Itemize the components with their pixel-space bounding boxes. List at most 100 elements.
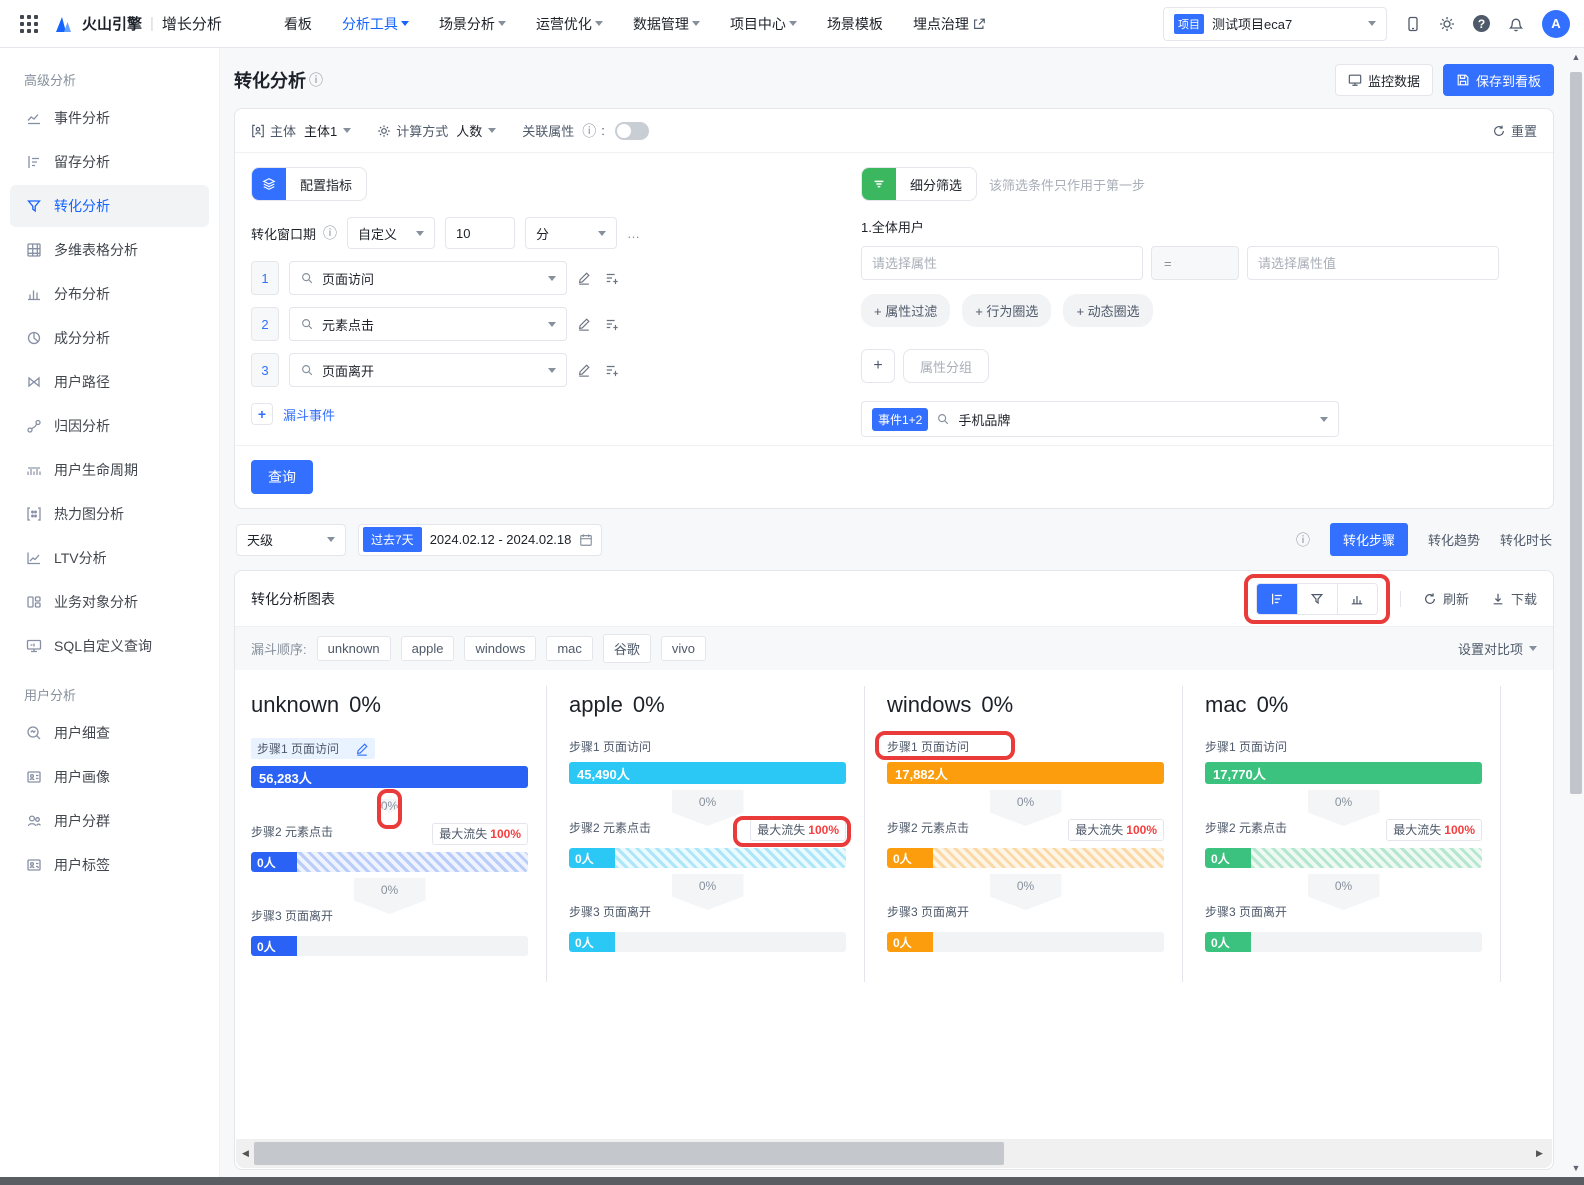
sidebar-item-retention-analysis[interactable]: 留存分析: [10, 141, 209, 183]
step1-event-select[interactable]: 页面访问: [289, 261, 567, 295]
order-pill-apple[interactable]: apple: [401, 636, 455, 661]
menu-analysis-tools[interactable]: 分析工具: [342, 14, 409, 34]
user-avatar[interactable]: A: [1542, 10, 1570, 38]
tab-conversion-steps[interactable]: 转化步骤: [1330, 523, 1408, 556]
bar-horizontal-view-button[interactable]: [1257, 584, 1297, 614]
segment-filter-tab[interactable]: 细分筛选: [861, 167, 977, 201]
brand-logo[interactable]: 火山引擎 | 增长分析: [52, 13, 222, 35]
order-pill-mac[interactable]: mac: [546, 636, 593, 661]
edit-step-icon[interactable]: [577, 271, 591, 285]
save-to-dashboard-button[interactable]: 保存到看板: [1443, 64, 1554, 96]
calc-mode-select[interactable]: 人数: [456, 121, 496, 140]
info-icon[interactable]: ⓘ: [582, 121, 596, 141]
menu-data-management[interactable]: 数据管理: [633, 14, 700, 34]
group-by-select[interactable]: 事件1+2 手机品牌: [861, 401, 1339, 437]
info-icon[interactable]: ⓘ: [323, 223, 337, 243]
tab-conversion-trend[interactable]: 转化趋势: [1428, 530, 1480, 549]
sidebar-item-user-lifecycle[interactable]: 用户生命周期: [10, 449, 209, 491]
window-mode-select[interactable]: 自定义: [347, 217, 435, 249]
sidebar-item-sql-query[interactable]: SQL自定义查询: [10, 625, 209, 667]
menu-tracking-governance[interactable]: 埋点治理: [913, 14, 986, 34]
sidebar-item-multidim-table[interactable]: 多维表格分析: [10, 229, 209, 271]
date-range-picker[interactable]: 过去7天 2024.02.12 - 2024.02.18: [358, 524, 602, 556]
monitor-data-button[interactable]: 监控数据: [1335, 64, 1433, 96]
info-icon[interactable]: ⓘ: [309, 70, 323, 90]
menu-project-center[interactable]: 项目中心: [730, 14, 797, 34]
scroll-up-arrow[interactable]: ▲: [1572, 48, 1581, 66]
order-pill-windows[interactable]: windows: [464, 636, 536, 661]
order-pill-google[interactable]: 谷歌: [603, 634, 651, 663]
metric-config-tab[interactable]: 配置指标: [251, 167, 367, 201]
project-selector[interactable]: 项目 测试项目eca7: [1163, 7, 1387, 41]
funnel-bar-step2: 0人: [1205, 848, 1482, 868]
download-button[interactable]: 下载: [1491, 589, 1537, 608]
relation-attr-toggle[interactable]: [615, 122, 649, 140]
sidebar-item-business-object[interactable]: 业务对象分析: [10, 581, 209, 623]
add-step-filter-icon[interactable]: [605, 363, 619, 377]
notification-bell-icon[interactable]: [1508, 16, 1524, 32]
horizontal-scrollbar[interactable]: ◀ ▶: [236, 1139, 1552, 1168]
vertical-scroll-thumb[interactable]: [1570, 72, 1582, 794]
add-step-filter-icon[interactable]: [605, 317, 619, 331]
sidebar-item-ltv-analysis[interactable]: LTV分析: [10, 537, 209, 579]
operator-select[interactable]: =: [1151, 246, 1239, 280]
settings-gear-icon[interactable]: [1439, 16, 1455, 32]
sidebar-item-user-segment[interactable]: 用户分群: [10, 800, 209, 842]
sidebar-item-user-path[interactable]: 用户路径: [10, 361, 209, 403]
sidebar-item-user-profile[interactable]: 用户画像: [10, 756, 209, 798]
funnel-view-button[interactable]: [1297, 584, 1337, 614]
more-options[interactable]: …: [627, 226, 642, 241]
sidebar-item-event-analysis[interactable]: 事件分析: [10, 97, 209, 139]
sidebar-item-conversion-analysis[interactable]: 转化分析: [10, 185, 209, 227]
sidebar-item-distribution-analysis[interactable]: 分布分析: [10, 273, 209, 315]
add-step-filter-icon[interactable]: [605, 271, 619, 285]
apps-grid-icon[interactable]: [20, 15, 38, 33]
subject-select[interactable]: 主体1: [304, 121, 351, 140]
edit-step-icon[interactable]: [577, 317, 591, 331]
menu-dashboard[interactable]: 看板: [284, 14, 312, 34]
step2-event-select[interactable]: 元素点击: [289, 307, 567, 341]
window-unit-select[interactable]: 分: [525, 217, 617, 249]
query-button[interactable]: 查询: [251, 460, 313, 494]
mobile-app-icon[interactable]: [1405, 16, 1421, 32]
vertical-scrollbar[interactable]: ▲ ▼: [1568, 48, 1584, 1177]
tab-conversion-duration[interactable]: 转化时长: [1500, 530, 1552, 549]
order-pill-unknown[interactable]: unknown: [317, 636, 391, 661]
conversion-funnel-icon: [26, 198, 42, 214]
chevron-down-icon: [401, 21, 409, 30]
order-pill-vivo[interactable]: vivo: [661, 636, 706, 661]
attribute-value-input[interactable]: [1247, 246, 1499, 280]
menu-operation[interactable]: 运营优化: [536, 14, 603, 34]
step3-event-select[interactable]: 页面离开: [289, 353, 567, 387]
help-icon[interactable]: ?: [1473, 15, 1490, 32]
sidebar-item-composition-analysis[interactable]: 成分分析: [10, 317, 209, 359]
column-view-button[interactable]: [1337, 584, 1377, 614]
add-funnel-event-button[interactable]: + 漏斗事件: [251, 403, 835, 425]
sidebar-item-user-inspect[interactable]: 用户细查: [10, 712, 209, 754]
scroll-right-arrow[interactable]: ▶: [1536, 1148, 1546, 1159]
quick-range-badge: 过去7天: [363, 527, 422, 552]
set-comparison-button[interactable]: 设置对比项: [1458, 639, 1537, 658]
attribute-input[interactable]: [861, 246, 1143, 280]
horizontal-scroll-thumb[interactable]: [254, 1142, 1004, 1165]
menu-scene-analysis[interactable]: 场景分析: [439, 14, 506, 34]
scroll-left-arrow[interactable]: ◀: [242, 1148, 252, 1159]
add-group-plus-button[interactable]: +: [861, 349, 895, 383]
step1-label-editable[interactable]: 步骤1 页面访问: [251, 738, 375, 759]
refresh-button[interactable]: 刷新: [1423, 589, 1469, 608]
sidebar-item-user-tag[interactable]: 用户标签: [10, 844, 209, 886]
granularity-select[interactable]: 天级: [236, 524, 346, 556]
scroll-down-arrow[interactable]: ▼: [1572, 1159, 1581, 1177]
sidebar-item-heatmap-analysis[interactable]: 热力图分析: [10, 493, 209, 535]
sidebar-item-attribution-analysis[interactable]: 归因分析: [10, 405, 209, 447]
window-value-input[interactable]: [445, 217, 515, 249]
attribute-group-button[interactable]: 属性分组: [903, 349, 989, 383]
reset-button[interactable]: 重置: [1492, 121, 1537, 140]
config-toolbar: 主体 主体1 计算方式 人数 关联属性 ⓘ : 重置: [235, 109, 1553, 153]
menu-scene-template[interactable]: 场景模板: [827, 14, 883, 34]
add-behavior-filter-button[interactable]: + 行为圈选: [962, 294, 1051, 327]
add-attribute-filter-button[interactable]: + 属性过滤: [861, 294, 950, 327]
info-icon[interactable]: ⓘ: [1296, 530, 1310, 550]
edit-step-icon[interactable]: [577, 363, 591, 377]
add-dynamic-filter-button[interactable]: + 动态圈选: [1063, 294, 1152, 327]
